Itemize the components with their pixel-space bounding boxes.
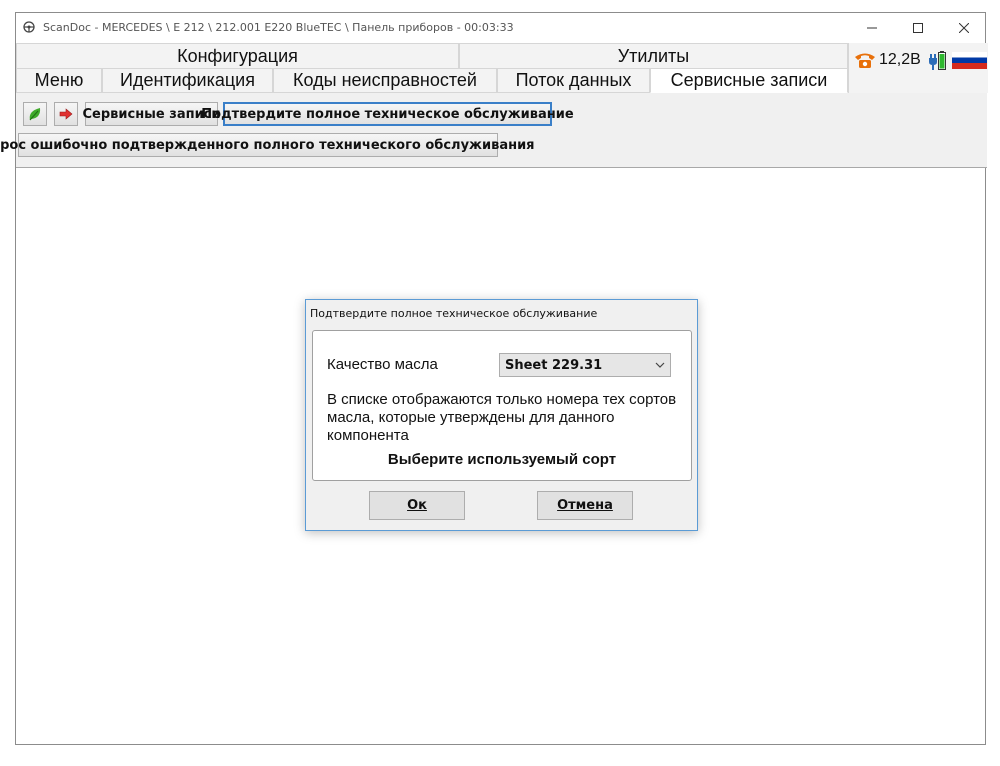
tab-label: Поток данных <box>515 70 632 90</box>
confirm-full-service-button[interactable]: Подтвердите полное техническое обслужива… <box>201 102 574 126</box>
tab-label: Идентификация <box>120 70 255 90</box>
oil-info-text: В списке отображаются только номера тех … <box>327 391 677 444</box>
tab-label: Меню <box>34 70 84 90</box>
oil-quality-value: Sheet 229.31 <box>505 357 603 373</box>
steering-wheel-icon <box>23 21 35 33</box>
russia-flag-icon <box>952 52 987 69</box>
voltage-readout: 12,2В <box>879 51 921 68</box>
reset-full-service-button[interactable]: Сброс ошибочно подтвержденного полного т… <box>0 133 535 157</box>
choose-grade-text: Выберите используемый сорт <box>387 451 617 468</box>
tab-fault-codes[interactable]: Коды неисправностей <box>273 68 497 93</box>
tab-service-records[interactable]: Сервисные записи <box>650 68 848 93</box>
tab-data-stream[interactable]: Поток данных <box>497 68 650 93</box>
status-area: 12,2В <box>848 43 988 93</box>
tab-identification[interactable]: Идентификация <box>102 68 273 93</box>
service-records-button[interactable]: Сервисные записи <box>82 102 221 126</box>
tab-utilities[interactable]: Утилиты <box>459 43 848 69</box>
leaf-button[interactable] <box>23 102 47 126</box>
tab-menu[interactable]: Меню <box>16 68 102 93</box>
plug-icon <box>929 51 946 70</box>
leaf-icon <box>29 108 41 121</box>
exit-arrow-icon <box>59 108 73 120</box>
cancel-button[interactable]: Отмена <box>537 491 633 520</box>
oil-quality-select[interactable]: Sheet 229.31 <box>499 353 671 377</box>
ok-button[interactable]: Ок <box>369 491 465 520</box>
minimize-button[interactable] <box>849 13 895 43</box>
tab-label: Утилиты <box>617 45 690 66</box>
window-title: ScanDoc - MERCEDES \ E 212 \ 212.001 E22… <box>43 21 514 34</box>
toolbar: Сервисные записи Подтвердите полное техн… <box>0 93 987 168</box>
close-icon <box>959 23 969 33</box>
tab-label: Конфигурация <box>177 45 298 66</box>
dialog-title: Подтвердите полное техническое обслужива… <box>310 307 598 320</box>
close-button[interactable] <box>941 13 987 43</box>
tab-label: Коды неисправностей <box>293 70 477 90</box>
confirm-service-dialog: Подтвердите полное техническое обслужива… <box>305 299 698 531</box>
maximize-icon <box>913 23 923 33</box>
chevron-down-icon <box>655 362 665 368</box>
battery-icon <box>938 51 946 70</box>
tab-configuration[interactable]: Конфигурация <box>16 43 459 69</box>
maximize-button[interactable] <box>895 13 941 43</box>
title-bar: ScanDoc - MERCEDES \ E 212 \ 212.001 E22… <box>16 13 985 43</box>
tab-label: Сервисные записи <box>670 70 828 90</box>
phone-icon <box>855 53 875 68</box>
dialog-group-box: Качество масла Sheet 229.31 В списке ото… <box>312 330 692 481</box>
minimize-icon <box>867 27 877 29</box>
oil-quality-label: Качество масла <box>327 356 438 373</box>
exit-button[interactable] <box>54 102 78 126</box>
